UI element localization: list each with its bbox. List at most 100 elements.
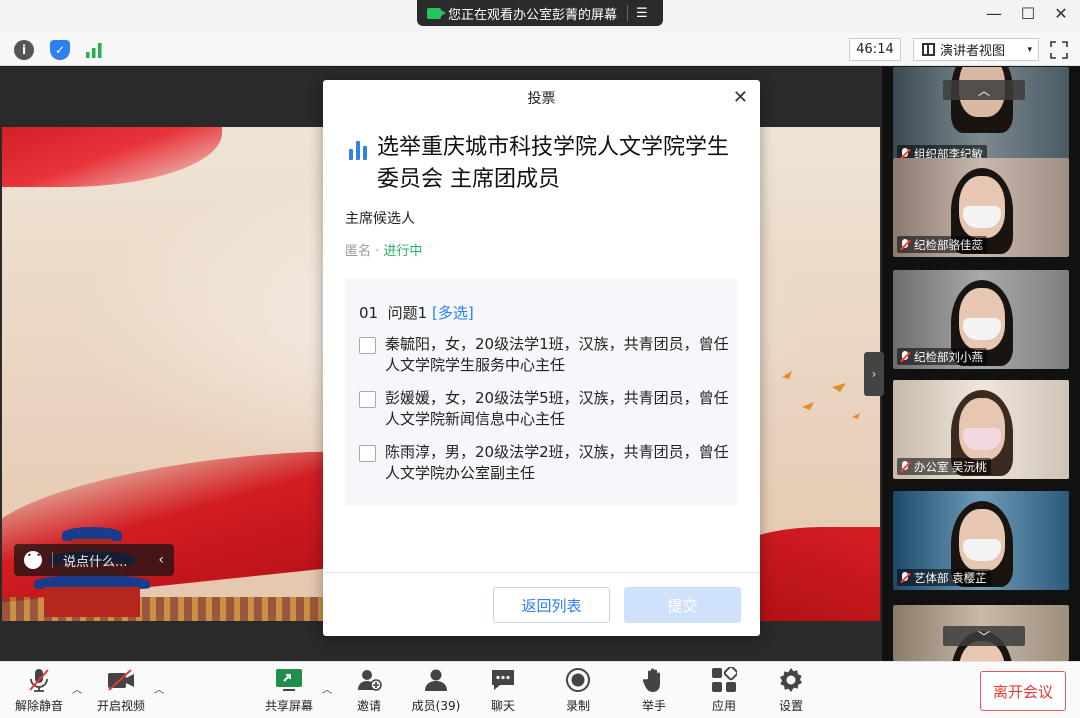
collapse-chevron-icon[interactable]: ‹ [158, 552, 164, 568]
mic-muted-icon [900, 460, 910, 473]
dialog-footer-divider [323, 572, 760, 573]
option-item[interactable]: 彭媛媛，女，20级法学5班，汉族，共青团员，曾任人文学院新闻信息中心主任 [359, 388, 729, 430]
scroll-up-button[interactable]: ︿ [943, 80, 1025, 100]
apps-grid-icon [710, 666, 738, 694]
signal-icon[interactable] [84, 40, 104, 60]
option-checkbox[interactable] [359, 445, 376, 462]
mic-muted-icon [900, 350, 910, 363]
settings-label: 设置 [778, 699, 803, 713]
question-header: 01 问题1 [多选] [359, 302, 474, 323]
participant-tile[interactable]: 办公室 吴沅桃 [893, 380, 1069, 479]
view-mode-label: 演讲者视图 [940, 44, 1006, 59]
chevron-down-icon: ▾ [1027, 44, 1032, 55]
participant-name: 艺体部 袁樱芷 [914, 570, 987, 585]
close-window-button[interactable]: ✕ [1048, 4, 1074, 23]
start-video-button[interactable]: 开启视频 [86, 666, 156, 714]
emoji-icon[interactable] [24, 551, 42, 569]
chat-label: 聊天 [490, 699, 515, 713]
camera-icon [427, 7, 446, 19]
vote-dialog: 投票 ✕ 选举重庆城市科技学院人文学院学生委员会 主席团成员 主席候选人 匿名 … [323, 80, 760, 636]
chat-bubble-icon [489, 666, 517, 694]
option-label: 陈雨淳，男，20级法学2班，汉族，共青团员，曾任人文学院办公室副主任 [385, 443, 729, 482]
poll-chart-icon [347, 138, 373, 160]
participant-name-tag: 纪检部刘小燕 [897, 348, 987, 365]
leave-meeting-button[interactable]: 离开会议 [980, 671, 1066, 711]
option-label: 彭媛媛，女，20级法学5班，汉族，共青团员，曾任人文学院新闻信息中心主任 [385, 389, 729, 428]
signal-bars-icon [86, 43, 102, 58]
mic-muted-icon [25, 666, 53, 694]
layout-icon [922, 43, 935, 56]
minimize-button[interactable]: — [981, 4, 1007, 23]
chat-button[interactable]: 聊天 [468, 666, 538, 714]
option-item[interactable]: 秦毓阳，女，20级法学1班，汉族，共青团员，曾任人文学院学生服务中心主任 [359, 334, 729, 376]
title-bar: 您正在观看办公室彭菁的屏幕 ☰ — ☐ ✕ [0, 0, 1080, 33]
poll-subtitle: 主席候选人 [345, 211, 415, 227]
invite-button[interactable]: 邀请 [334, 666, 404, 714]
gear-icon [777, 666, 805, 694]
participant-name: 办公室 吴沅桃 [914, 459, 987, 474]
meeting-info-bar: i ✓ 46:14 演讲者视图 ▾ [0, 33, 1080, 66]
vote-dialog-title: 投票 [527, 91, 556, 107]
share-screen-label: 共享屏幕 [264, 699, 313, 713]
participant-name: 纪检部骆佳蕊 [914, 237, 983, 252]
option-checkbox[interactable] [359, 391, 376, 408]
question-number: 01 [359, 304, 379, 322]
view-mode-dropdown[interactable]: 演讲者视图 ▾ [913, 38, 1039, 61]
settings-button[interactable]: 设置 [756, 666, 826, 714]
chat-placeholder: 说点什么... [63, 554, 128, 570]
start-video-label: 开启视频 [96, 699, 145, 713]
divider [52, 552, 53, 568]
hand-icon [640, 666, 668, 694]
participant-name-tag: 办公室 吴沅桃 [897, 458, 991, 475]
share-screen-icon [275, 666, 303, 694]
mic-muted-icon [900, 571, 910, 584]
poll-title-text: 选举重庆城市科技学院人文学院学生委员会 主席团成员 [377, 135, 730, 192]
scroll-down-button[interactable]: ﹀ [943, 626, 1025, 646]
collapse-strip-handle[interactable]: › [864, 352, 884, 396]
share-options-chevron-icon[interactable]: ︿ [322, 681, 332, 696]
maximize-button[interactable]: ☐ [1015, 4, 1041, 23]
poll-status: 进行中 [383, 244, 423, 259]
members-label: 成员(39) [411, 699, 461, 713]
option-label: 秦毓阳，女，20级法学1班，汉族，共青团员，曾任人文学院学生服务中心主任 [385, 335, 729, 374]
bottom-toolbar: 解除静音 ︿ 开启视频 ︿ 共享屏幕 ︿ 邀请 成员(39) 聊天 录制 举手 … [0, 661, 1080, 718]
share-banner[interactable]: 您正在观看办公室彭菁的屏幕 ☰ [417, 0, 663, 26]
question-type-tag: [多选] [431, 304, 474, 322]
raise-hand-button[interactable]: 举手 [619, 666, 689, 714]
audio-options-chevron-icon[interactable]: ︿ [72, 681, 82, 696]
participant-name: 纪检部刘小燕 [914, 349, 983, 364]
close-icon[interactable]: ✕ [733, 87, 748, 108]
unmute-button[interactable]: 解除静音 [4, 666, 74, 714]
option-item[interactable]: 陈雨淳，男，20级法学2班，汉族，共青团员，曾任人文学院办公室副主任 [359, 442, 729, 484]
record-button[interactable]: 录制 [543, 666, 613, 714]
poll-title: 选举重庆城市科技学院人文学院学生委员会 主席团成员 [347, 132, 739, 196]
add-user-icon [355, 666, 383, 694]
record-label: 录制 [565, 699, 590, 713]
unmute-label: 解除静音 [14, 699, 63, 713]
fullscreen-icon[interactable] [1050, 41, 1068, 59]
video-options-chevron-icon[interactable]: ︿ [154, 681, 164, 696]
participant-tile[interactable]: 艺体部 袁樱芷 [893, 491, 1069, 590]
apps-button[interactable]: 应用 [689, 666, 759, 714]
slide-chat-input[interactable]: 说点什么... ‹ [14, 544, 174, 576]
info-icon[interactable]: i [14, 40, 34, 60]
security-shield-icon[interactable]: ✓ [50, 40, 70, 60]
share-screen-button[interactable]: 共享屏幕 [254, 666, 324, 714]
back-to-list-button[interactable]: 返回列表 [493, 587, 610, 623]
invite-label: 邀请 [356, 699, 381, 713]
divider [627, 5, 629, 21]
members-icon [422, 666, 450, 694]
video-off-icon [107, 666, 135, 694]
meeting-timer: 46:14 [849, 38, 901, 61]
participant-strip: 组织部李纪敏 纪检部骆佳蕊 纪检部刘小燕 办公室 吴沅桃 艺体部 袁樱芷 [882, 67, 1080, 661]
participant-tile[interactable]: 纪检部骆佳蕊 [893, 158, 1069, 257]
share-banner-text: 您正在观看办公室彭菁的屏幕 [448, 7, 618, 23]
apps-label: 应用 [711, 699, 736, 713]
participant-tile[interactable]: 纪检部刘小燕 [893, 270, 1069, 369]
menu-icon[interactable]: ☰ [636, 6, 648, 21]
mic-muted-icon [900, 238, 910, 251]
option-checkbox[interactable] [359, 337, 376, 354]
members-button[interactable]: 成员(39) [401, 666, 471, 714]
raise-hand-label: 举手 [641, 699, 666, 713]
submit-button[interactable]: 提交 [624, 587, 741, 623]
